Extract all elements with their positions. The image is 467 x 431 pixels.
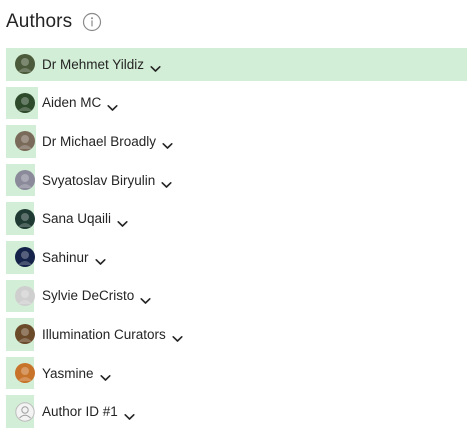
- author-name: Yasmine: [42, 365, 94, 381]
- chevron-down-icon[interactable]: [99, 369, 111, 381]
- chevron-down-icon[interactable]: [162, 137, 173, 150]
- authors-title: Authors: [6, 11, 73, 32]
- author-name: Illumination Curators: [42, 326, 166, 342]
- author-avatar: [15, 247, 35, 268]
- author-avatar: [15, 131, 35, 152]
- avatar-placeholder-icon: [15, 401, 35, 422]
- authors-header: Authors: [6, 8, 102, 36]
- author-avatar: [15, 285, 35, 306]
- chevron-down-icon[interactable]: [150, 60, 161, 73]
- author-avatar: [15, 208, 35, 229]
- author-row[interactable]: Sana Uqaili: [6, 199, 467, 238]
- author-row[interactable]: Dr Mehmet Yildiz: [6, 45, 467, 84]
- author-row[interactable]: Sylvie DeCristo: [6, 277, 467, 316]
- author-name: Dr Michael Broadly: [42, 133, 157, 149]
- info-icon[interactable]: [82, 12, 102, 32]
- chevron-down-icon[interactable]: [124, 408, 135, 420]
- author-row[interactable]: Yasmine: [6, 354, 467, 393]
- author-row[interactable]: Illumination Curators: [6, 315, 467, 354]
- author-row[interactable]: Svyatoslav Biryulin: [6, 161, 467, 200]
- author-name: Sylvie DeCristo: [42, 288, 135, 304]
- author-name: Sahinur: [42, 249, 89, 265]
- chevron-down-icon[interactable]: [107, 99, 118, 111]
- author-name: Sana Uqaili: [42, 211, 112, 227]
- author-avatar: [15, 54, 35, 75]
- author-avatar: [15, 363, 35, 384]
- author-avatar: [15, 324, 35, 345]
- author-avatar: [15, 170, 35, 191]
- chevron-down-icon[interactable]: [94, 253, 106, 266]
- author-name: Dr Mehmet Yildiz: [42, 56, 145, 72]
- chevron-down-icon[interactable]: [172, 330, 183, 343]
- author-row[interactable]: Dr Michael Broadly: [6, 122, 467, 161]
- chevron-down-icon[interactable]: [117, 215, 128, 227]
- author-avatar: [15, 92, 35, 113]
- author-row[interactable]: Aiden MC: [6, 84, 467, 123]
- authors-list: Dr Mehmet Yildiz Aiden MC Dr Michael Broad…: [6, 45, 467, 431]
- author-name: Author ID #1: [42, 404, 118, 420]
- chevron-down-icon[interactable]: [161, 176, 172, 188]
- chevron-down-icon[interactable]: [140, 292, 151, 304]
- author-name: Svyatoslav Biryulin: [42, 172, 156, 188]
- author-row[interactable]: Sahinur: [6, 238, 467, 277]
- author-row[interactable]: Author ID #1: [6, 392, 467, 431]
- author-name: Aiden MC: [42, 95, 102, 111]
- authors-panel: Authors Dr Mehmet Yildiz Aiden MC Dr Micha…: [0, 0, 467, 430]
